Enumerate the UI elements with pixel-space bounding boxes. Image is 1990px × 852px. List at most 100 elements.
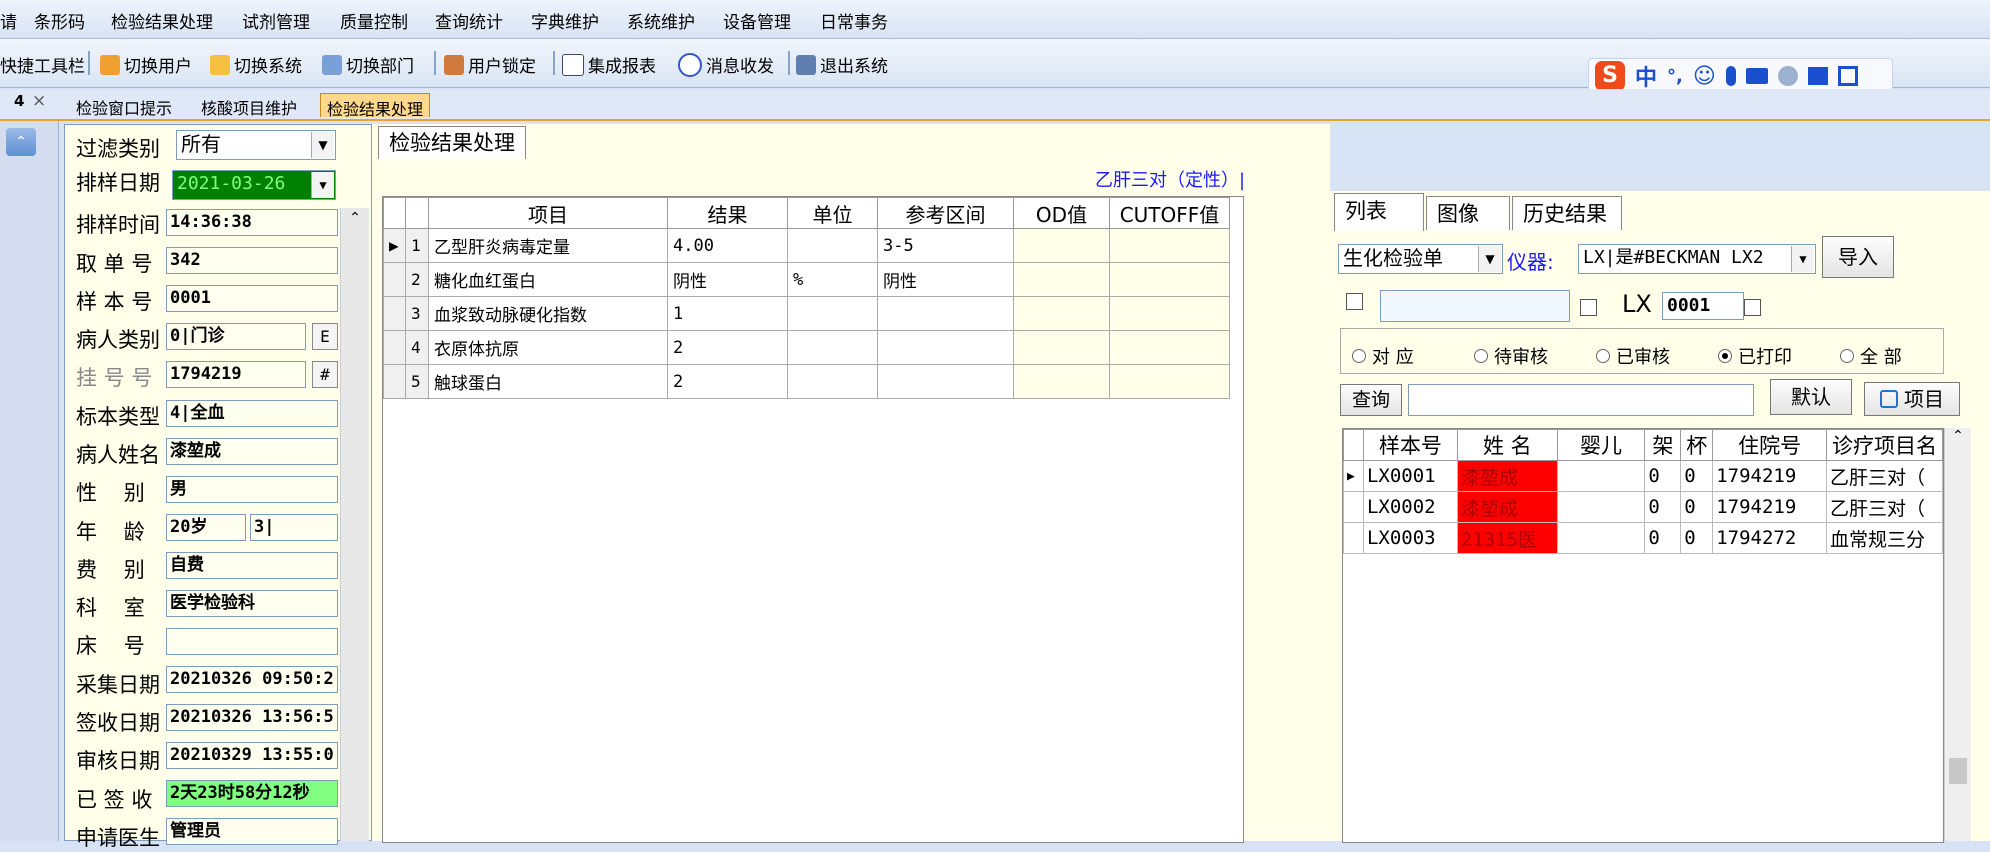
keyboard-icon[interactable] bbox=[1745, 68, 1768, 84]
radio-reviewed[interactable]: 已审核 bbox=[1596, 343, 1670, 369]
cutoff-cell[interactable] bbox=[1109, 262, 1230, 297]
result-cell[interactable]: 2 bbox=[667, 330, 788, 365]
collect-date-field[interactable]: 20210326 09:50:2 bbox=[166, 666, 338, 693]
menu-item-result-processing[interactable]: 检验结果处理 bbox=[111, 8, 213, 33]
import-button[interactable]: 导入 bbox=[1822, 236, 1894, 278]
sample-time-field[interactable]: 14:36:38 bbox=[166, 209, 338, 236]
scroll-up-icon[interactable]: ⌃ bbox=[341, 208, 369, 228]
range-cell[interactable] bbox=[877, 364, 1014, 399]
tab-image[interactable]: 图像 bbox=[1426, 196, 1510, 230]
chevron-down-icon[interactable]: ▼ bbox=[311, 132, 334, 158]
switch-user-button[interactable]: 切换用户 bbox=[100, 52, 192, 77]
filter-checkbox[interactable] bbox=[1346, 293, 1363, 310]
menu-item-dictionary[interactable]: 字典维护 bbox=[531, 8, 599, 33]
instrument-select[interactable]: LX|是#BECKMAN LX2 ▼ bbox=[1578, 244, 1816, 274]
column-header-cutoff[interactable]: CUTOFF值 bbox=[1109, 197, 1230, 229]
unit-cell[interactable] bbox=[787, 330, 878, 365]
scrollbar-thumb[interactable] bbox=[1949, 758, 1967, 784]
exit-button[interactable]: 退出系统 bbox=[796, 52, 888, 77]
pin-icon[interactable]: 4 bbox=[14, 92, 24, 110]
column-header-project[interactable]: 诊疗项目名 bbox=[1826, 429, 1943, 461]
radio-correspond[interactable]: 对 应 bbox=[1352, 343, 1414, 369]
review-date-field[interactable]: 20210329 13:55:0 bbox=[166, 742, 338, 769]
table-row[interactable]: 5 触球蛋白 2 bbox=[383, 364, 1230, 399]
emoji-icon[interactable]: ☺ bbox=[1693, 64, 1716, 89]
menu-item-request[interactable]: 请 bbox=[0, 8, 17, 33]
cutoff-cell[interactable] bbox=[1109, 228, 1230, 263]
menu-item-daily[interactable]: 日常事务 bbox=[820, 8, 888, 33]
tab-lab-window-tip[interactable]: 检验窗口提示 bbox=[70, 93, 178, 118]
switch-dept-button[interactable]: 切换部门 bbox=[322, 52, 414, 77]
od-cell[interactable] bbox=[1013, 330, 1110, 365]
grid-menu-icon[interactable] bbox=[1837, 66, 1858, 86]
unit-cell[interactable] bbox=[787, 364, 878, 399]
column-header-unit[interactable]: 单位 bbox=[787, 197, 878, 229]
table-row[interactable]: 2 糖化血红蛋白 阴性% 阴性 bbox=[383, 262, 1230, 297]
cutoff-cell[interactable] bbox=[1109, 364, 1230, 399]
sample-no-field[interactable]: 0001 bbox=[166, 285, 338, 312]
query-input[interactable] bbox=[1408, 384, 1754, 416]
menu-item-system[interactable]: 系统维护 bbox=[627, 8, 695, 33]
user-lock-button[interactable]: 用户锁定 bbox=[444, 52, 536, 77]
fee-type-field[interactable]: 自费 bbox=[166, 552, 338, 579]
patient-category-field[interactable]: 0|门诊 bbox=[166, 323, 306, 350]
range-cell[interactable] bbox=[877, 330, 1014, 365]
column-header-item[interactable]: 项目 bbox=[428, 197, 668, 229]
tab-history[interactable]: 历史结果 bbox=[1512, 196, 1622, 230]
table-row[interactable]: 3 血浆致动脉硬化指数 1 bbox=[383, 296, 1230, 331]
column-header-cup[interactable]: 杯 bbox=[1680, 429, 1714, 461]
chevron-down-icon[interactable]: ▼ bbox=[1791, 246, 1814, 272]
column-header-od[interactable]: OD值 bbox=[1013, 197, 1110, 229]
cutoff-cell[interactable] bbox=[1109, 330, 1230, 365]
specimen-type-field[interactable]: 4|全血 bbox=[166, 400, 338, 427]
sample-date-picker[interactable]: 2021-03-26 ▼ bbox=[172, 170, 336, 200]
menu-item-device[interactable]: 设备管理 bbox=[723, 8, 791, 33]
unit-cell[interactable] bbox=[787, 296, 878, 331]
menu-item-reagent[interactable]: 试剂管理 bbox=[242, 8, 310, 33]
list-item[interactable]: LX0003 21315医 0 0 1794272 血常规三分 bbox=[1343, 522, 1943, 554]
range-cell[interactable] bbox=[877, 296, 1014, 331]
chevron-down-icon[interactable]: ▼ bbox=[311, 172, 334, 198]
scroll-up-icon[interactable]: ⌃ bbox=[1945, 428, 1971, 444]
column-header-rack[interactable]: 架 bbox=[1644, 429, 1682, 461]
user-icon[interactable] bbox=[1777, 66, 1798, 86]
table-row[interactable]: 4 衣原体抗原 2 bbox=[383, 330, 1230, 365]
ime-punct-label[interactable]: °, bbox=[1667, 66, 1683, 87]
report-button[interactable]: 集成报表 bbox=[562, 52, 656, 77]
cutoff-cell[interactable] bbox=[1109, 296, 1230, 331]
lx-sample-number-input[interactable]: 0001 bbox=[1662, 292, 1744, 320]
range-cell[interactable]: 3-5 bbox=[877, 228, 1014, 263]
radio-pending-review[interactable]: 待审核 bbox=[1474, 343, 1548, 369]
column-header-result[interactable]: 结果 bbox=[667, 197, 788, 229]
menu-item-query[interactable]: 查询统计 bbox=[435, 8, 503, 33]
left-panel-scrollbar[interactable]: ⌃ bbox=[340, 208, 369, 841]
query-button[interactable]: 查询 bbox=[1340, 384, 1402, 416]
tab-nucleic-acid-items[interactable]: 核酸项目维护 bbox=[195, 93, 303, 118]
unit-cell[interactable] bbox=[787, 228, 878, 263]
tab-list[interactable]: 列表 bbox=[1334, 193, 1424, 231]
table-row[interactable]: ▶ 1 乙型肝炎病毒定量 4.00 3-5 bbox=[383, 228, 1230, 263]
radio-all[interactable]: 全 部 bbox=[1840, 343, 1902, 369]
result-cell[interactable]: 1 bbox=[667, 296, 788, 331]
column-header-range[interactable]: 参考区间 bbox=[877, 197, 1014, 229]
list-vertical-scrollbar[interactable]: ⌃ bbox=[1944, 428, 1971, 841]
tab-result-processing-inner[interactable]: 检验结果处理 bbox=[378, 126, 526, 159]
radio-printed[interactable]: 已打印 bbox=[1718, 343, 1792, 369]
lx-checkbox[interactable] bbox=[1580, 299, 1597, 316]
result-cell[interactable]: 2 bbox=[667, 364, 788, 399]
result-cell[interactable]: 4.00 bbox=[667, 228, 788, 263]
od-cell[interactable] bbox=[1013, 228, 1110, 263]
column-header-baby[interactable]: 婴儿 bbox=[1556, 429, 1646, 461]
list-item[interactable]: LX0002 漆堃成 0 0 1794219 乙肝三对（ bbox=[1343, 491, 1943, 523]
lx-extra-checkbox[interactable] bbox=[1744, 299, 1761, 316]
skin-icon[interactable] bbox=[1807, 67, 1828, 85]
age-unit-field[interactable]: 3| bbox=[250, 514, 338, 541]
menu-item-qc[interactable]: 质量控制 bbox=[340, 8, 408, 33]
chevron-down-icon[interactable]: ▼ bbox=[1478, 246, 1501, 272]
result-cell[interactable]: 阴性 bbox=[667, 262, 788, 297]
filter-input[interactable] bbox=[1380, 290, 1570, 322]
registration-no-field[interactable]: 1794219 bbox=[166, 361, 306, 388]
switch-system-button[interactable]: 切换系统 bbox=[210, 52, 302, 77]
od-cell[interactable] bbox=[1013, 262, 1110, 297]
order-no-field[interactable]: 342 bbox=[166, 247, 338, 274]
